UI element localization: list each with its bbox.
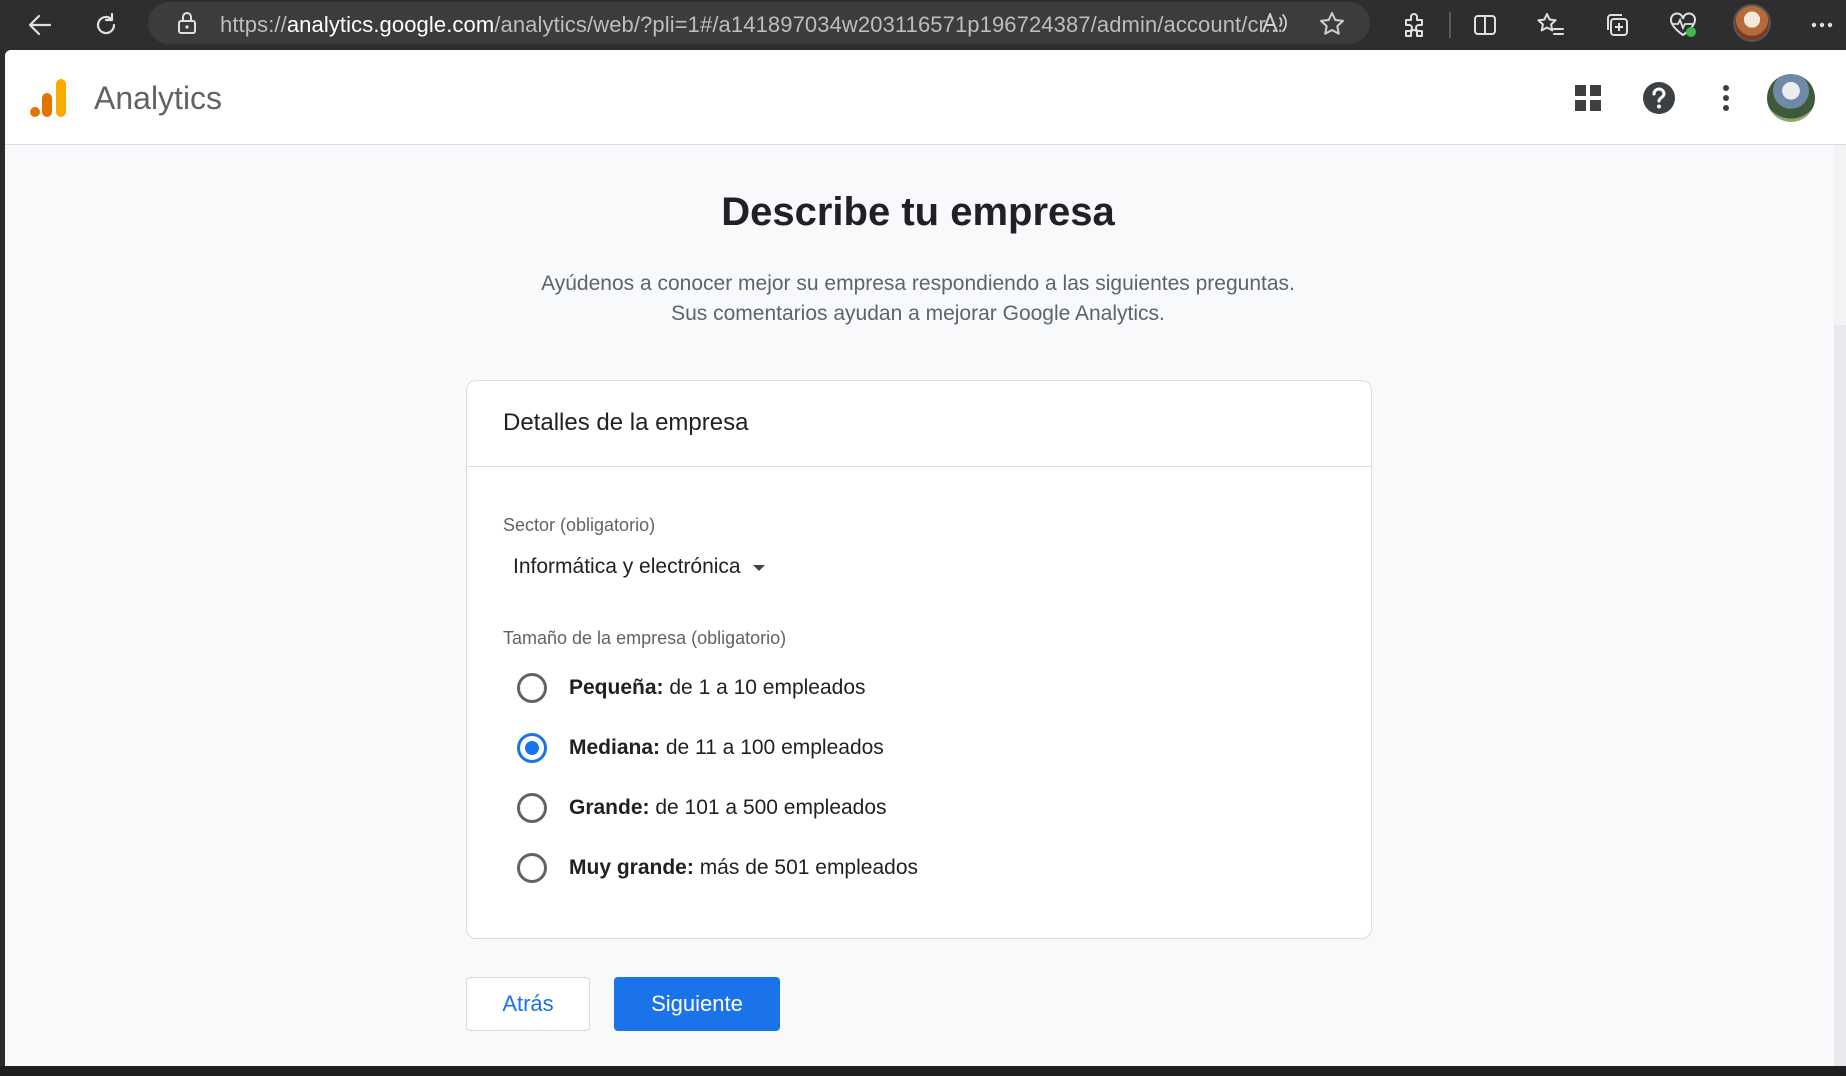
lock-icon[interactable] bbox=[176, 11, 198, 40]
scrollbar-track bbox=[1834, 145, 1846, 325]
favorite-star-icon[interactable] bbox=[1318, 10, 1346, 43]
page-subtitle-line2: Sus comentarios ayudan a mejorar Google … bbox=[671, 302, 1165, 325]
page-title: Describe tu empresa bbox=[721, 190, 1115, 234]
account-avatar[interactable] bbox=[1767, 74, 1815, 122]
radio-button-selected[interactable] bbox=[517, 733, 547, 763]
refresh-icon[interactable] bbox=[86, 5, 126, 45]
radio-button[interactable] bbox=[517, 793, 547, 823]
radio-button[interactable] bbox=[517, 853, 547, 883]
toolbar-divider bbox=[1449, 12, 1451, 38]
browser-profile-avatar[interactable] bbox=[1733, 4, 1771, 42]
more-vert-icon[interactable] bbox=[1706, 78, 1746, 118]
dropdown-arrow-icon bbox=[752, 565, 765, 571]
scrollbar[interactable] bbox=[1834, 325, 1846, 1066]
size-option-label: Muy grande: más de 501 empleados bbox=[569, 856, 918, 879]
company-size-label: Tamaño de la empresa (obligatorio) bbox=[503, 628, 787, 648]
more-menu-icon[interactable] bbox=[1802, 5, 1842, 45]
app-header: Analytics bbox=[5, 50, 1846, 145]
analytics-logo[interactable] bbox=[27, 76, 71, 120]
size-option-label: Grande: de 101 a 500 empleados bbox=[569, 796, 887, 819]
page-subtitle-line1: Ayúdenos a conocer mejor su empresa resp… bbox=[541, 272, 1295, 295]
favorites-icon[interactable] bbox=[1531, 5, 1571, 45]
read-aloud-icon[interactable] bbox=[1260, 10, 1288, 41]
app-title: Analytics bbox=[94, 80, 223, 116]
size-option-very-large[interactable]: Muy grande: más de 501 empleados bbox=[517, 851, 918, 885]
next-button[interactable]: Siguiente bbox=[614, 977, 780, 1031]
card-header: Detalles de la empresa bbox=[467, 381, 1371, 467]
browser-toolbar: https://analytics.google.com/analytics/w… bbox=[0, 0, 1846, 50]
back-button[interactable]: Atrás bbox=[466, 977, 590, 1031]
address-bar[interactable]: https://analytics.google.com/analytics/w… bbox=[148, 2, 1370, 44]
size-option-medium[interactable]: Mediana: de 11 a 100 empleados bbox=[517, 731, 884, 765]
sector-select-value: Informática y electrónica bbox=[513, 555, 741, 578]
radio-button[interactable] bbox=[517, 673, 547, 703]
back-arrow-icon[interactable] bbox=[20, 5, 60, 45]
page-viewport: Analytics Describe tu empresa Ayúdenos a… bbox=[5, 50, 1846, 1066]
split-screen-icon[interactable] bbox=[1465, 5, 1505, 45]
size-option-large[interactable]: Grande: de 101 a 500 empleados bbox=[517, 791, 887, 825]
collections-icon[interactable] bbox=[1597, 5, 1637, 45]
url-text: https://analytics.google.com/analytics/w… bbox=[220, 12, 1284, 37]
window-bottom-edge bbox=[0, 1066, 1846, 1076]
size-option-label: Pequeña: de 1 a 10 empleados bbox=[569, 676, 866, 699]
card-title: Detalles de la empresa bbox=[503, 409, 749, 436]
sector-label: Sector (obligatorio) bbox=[503, 515, 656, 535]
size-option-small[interactable]: Pequeña: de 1 a 10 empleados bbox=[517, 671, 866, 705]
sector-select[interactable]: Informática y electrónica bbox=[513, 555, 765, 579]
help-icon[interactable] bbox=[1639, 78, 1679, 118]
extensions-icon[interactable] bbox=[1394, 5, 1434, 45]
size-option-label: Mediana: de 11 a 100 empleados bbox=[569, 736, 884, 759]
company-details-card: Detalles de la empresa Sector (obligator… bbox=[466, 380, 1372, 939]
health-icon[interactable] bbox=[1663, 5, 1703, 45]
apps-grid-icon[interactable] bbox=[1568, 78, 1608, 118]
